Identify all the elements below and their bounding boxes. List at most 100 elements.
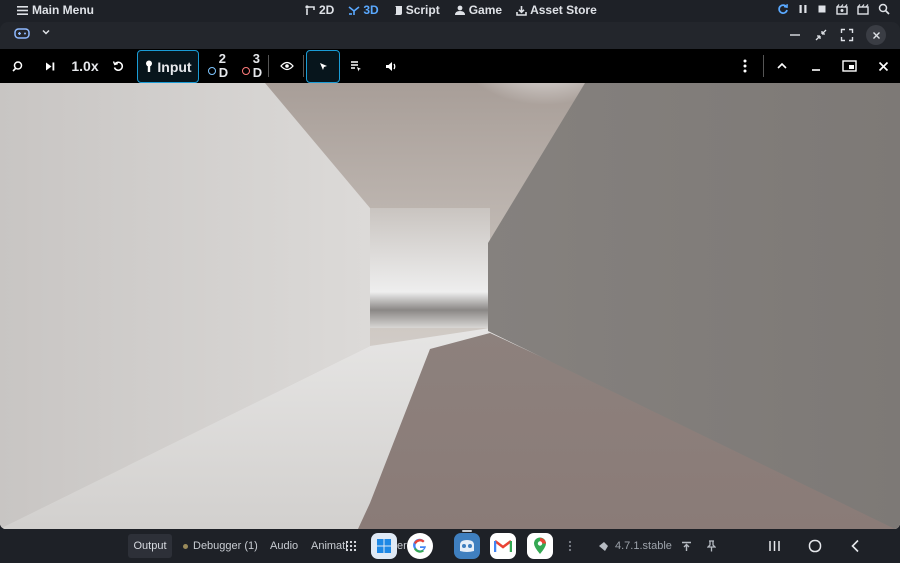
pin-bottom-button[interactable] xyxy=(707,534,716,558)
back-chevron-icon xyxy=(850,539,860,553)
suspend-button[interactable] xyxy=(5,49,29,83)
game-icon xyxy=(454,5,466,16)
editor-top-bar: Main Menu 2D 3D Script Game Asset Store xyxy=(0,0,900,22)
speed-button[interactable]: 1.0x xyxy=(70,49,100,83)
reload-icon[interactable] xyxy=(777,3,789,15)
audio-label: Audio xyxy=(270,540,299,552)
collapse-icon[interactable] xyxy=(814,28,828,42)
movie-icon[interactable] xyxy=(836,3,848,15)
eye-icon xyxy=(280,61,294,71)
screen: Main Menu 2D 3D Script Game Asset Store … xyxy=(0,0,900,563)
tab-script[interactable]: Script xyxy=(393,3,440,17)
tab-asset-store-label: Asset Store xyxy=(530,3,597,17)
collapse-up-button[interactable] xyxy=(770,49,794,83)
reset-speed-button[interactable] xyxy=(106,49,130,83)
kebab-menu-icon xyxy=(743,59,747,73)
suspend-icon xyxy=(11,60,24,73)
tab-script-label: Script xyxy=(405,3,440,17)
mode-2d-text: 2 D xyxy=(219,52,228,80)
recent-apps-button[interactable] xyxy=(762,534,786,558)
list-select-icon xyxy=(350,60,362,72)
chevron-down-icon[interactable] xyxy=(41,28,51,36)
input-label: Input xyxy=(157,58,192,75)
mute-button[interactable] xyxy=(379,49,403,83)
speed-label: 1.0x xyxy=(71,58,99,74)
toolbar-divider xyxy=(763,55,764,77)
debugger-label: Debugger (1) xyxy=(193,540,258,552)
remote-debug-icon[interactable] xyxy=(878,3,890,15)
tab-3d[interactable]: 3D xyxy=(348,3,379,17)
app-icon-windows[interactable] xyxy=(371,533,397,559)
next-frame-button[interactable] xyxy=(38,49,62,83)
toolbar-divider xyxy=(268,55,269,77)
fullscreen-icon[interactable] xyxy=(840,28,854,42)
3d-icon xyxy=(348,5,360,16)
joystick-icon xyxy=(144,60,154,73)
debugger-tab[interactable]: Debugger (1) xyxy=(183,534,258,558)
mode-2d-num: 2 xyxy=(218,51,227,66)
hamburger-icon xyxy=(17,5,28,15)
close-icon xyxy=(878,61,889,72)
partial-tab-label: er xyxy=(397,540,407,552)
reset-icon xyxy=(112,60,124,72)
tab-game[interactable]: Game xyxy=(454,3,502,17)
pin-top-button[interactable] xyxy=(681,534,692,558)
tab-2d[interactable]: 2D xyxy=(305,3,334,17)
scene-render xyxy=(0,83,900,529)
more-options-button[interactable] xyxy=(733,49,757,83)
select-mode-button[interactable] xyxy=(306,50,340,83)
stop-icon[interactable] xyxy=(817,4,827,14)
audio-tab[interactable]: Audio xyxy=(270,534,298,558)
running-indicator xyxy=(462,530,472,532)
output-tab[interactable]: Output xyxy=(128,534,172,558)
mode-3d-letter: D xyxy=(252,65,263,80)
back-button[interactable] xyxy=(843,534,867,558)
pin-top-icon xyxy=(681,541,692,552)
windows-app-icon xyxy=(376,538,392,554)
game-toolbar: 1.0x Input 2 D 3 D xyxy=(0,49,900,83)
app-icon-gmail[interactable] xyxy=(490,533,516,559)
mode-2d-button[interactable]: 2 D xyxy=(204,49,232,83)
mode-3d-num: 3 xyxy=(252,51,261,66)
tab-3d-label: 3D xyxy=(363,3,379,17)
mode-2d-letter: D xyxy=(218,65,229,80)
picture-in-picture-icon xyxy=(841,60,857,72)
minimize-icon[interactable] xyxy=(788,28,802,42)
main-menu-button[interactable]: Main Menu xyxy=(17,3,94,17)
recents-icon xyxy=(768,540,781,552)
game-window-titlebar xyxy=(0,22,900,49)
mode-3d-button[interactable]: 3 D xyxy=(238,49,266,83)
visibility-button[interactable] xyxy=(275,49,299,83)
home-circle-icon xyxy=(808,539,822,553)
list-select-button[interactable] xyxy=(344,49,368,83)
partial-tab[interactable]: er xyxy=(397,534,407,558)
google-icon xyxy=(411,537,429,555)
clapper-icon[interactable] xyxy=(857,3,869,15)
picture-in-picture-button[interactable] xyxy=(837,49,861,83)
output-label: Output xyxy=(133,540,167,552)
download-icon xyxy=(516,5,527,16)
app-icon-google[interactable] xyxy=(407,533,433,559)
app-drawer-button[interactable] xyxy=(340,533,362,559)
mode-3d-text: 3 D xyxy=(253,52,262,80)
tab-2d-label: 2D xyxy=(319,3,335,17)
input-toggle-button[interactable]: Input xyxy=(137,50,199,83)
toolbar-divider xyxy=(303,55,304,77)
app-icon-godot[interactable] xyxy=(454,533,480,559)
next-frame-icon xyxy=(44,61,56,72)
game-viewport[interactable] xyxy=(0,83,900,529)
home-button[interactable] xyxy=(803,534,827,558)
radio-2d-icon xyxy=(207,66,216,75)
script-icon xyxy=(393,5,403,16)
bottom-panel-bar: Output Debugger (1) Audio Animati er 4.7… xyxy=(0,529,900,563)
main-menu-label: Main Menu xyxy=(32,3,94,17)
version-indicator: 4.7.1.stable xyxy=(598,534,672,558)
minimize-game-button[interactable] xyxy=(804,49,828,83)
close-game-button[interactable] xyxy=(871,49,895,83)
gamepad-icon xyxy=(14,27,30,40)
tab-asset-store[interactable]: Asset Store xyxy=(516,3,597,17)
close-window-button[interactable] xyxy=(866,25,886,45)
app-icon-maps[interactable] xyxy=(527,533,553,559)
pause-icon[interactable] xyxy=(798,4,808,14)
overflow-menu-button[interactable] xyxy=(568,534,572,558)
